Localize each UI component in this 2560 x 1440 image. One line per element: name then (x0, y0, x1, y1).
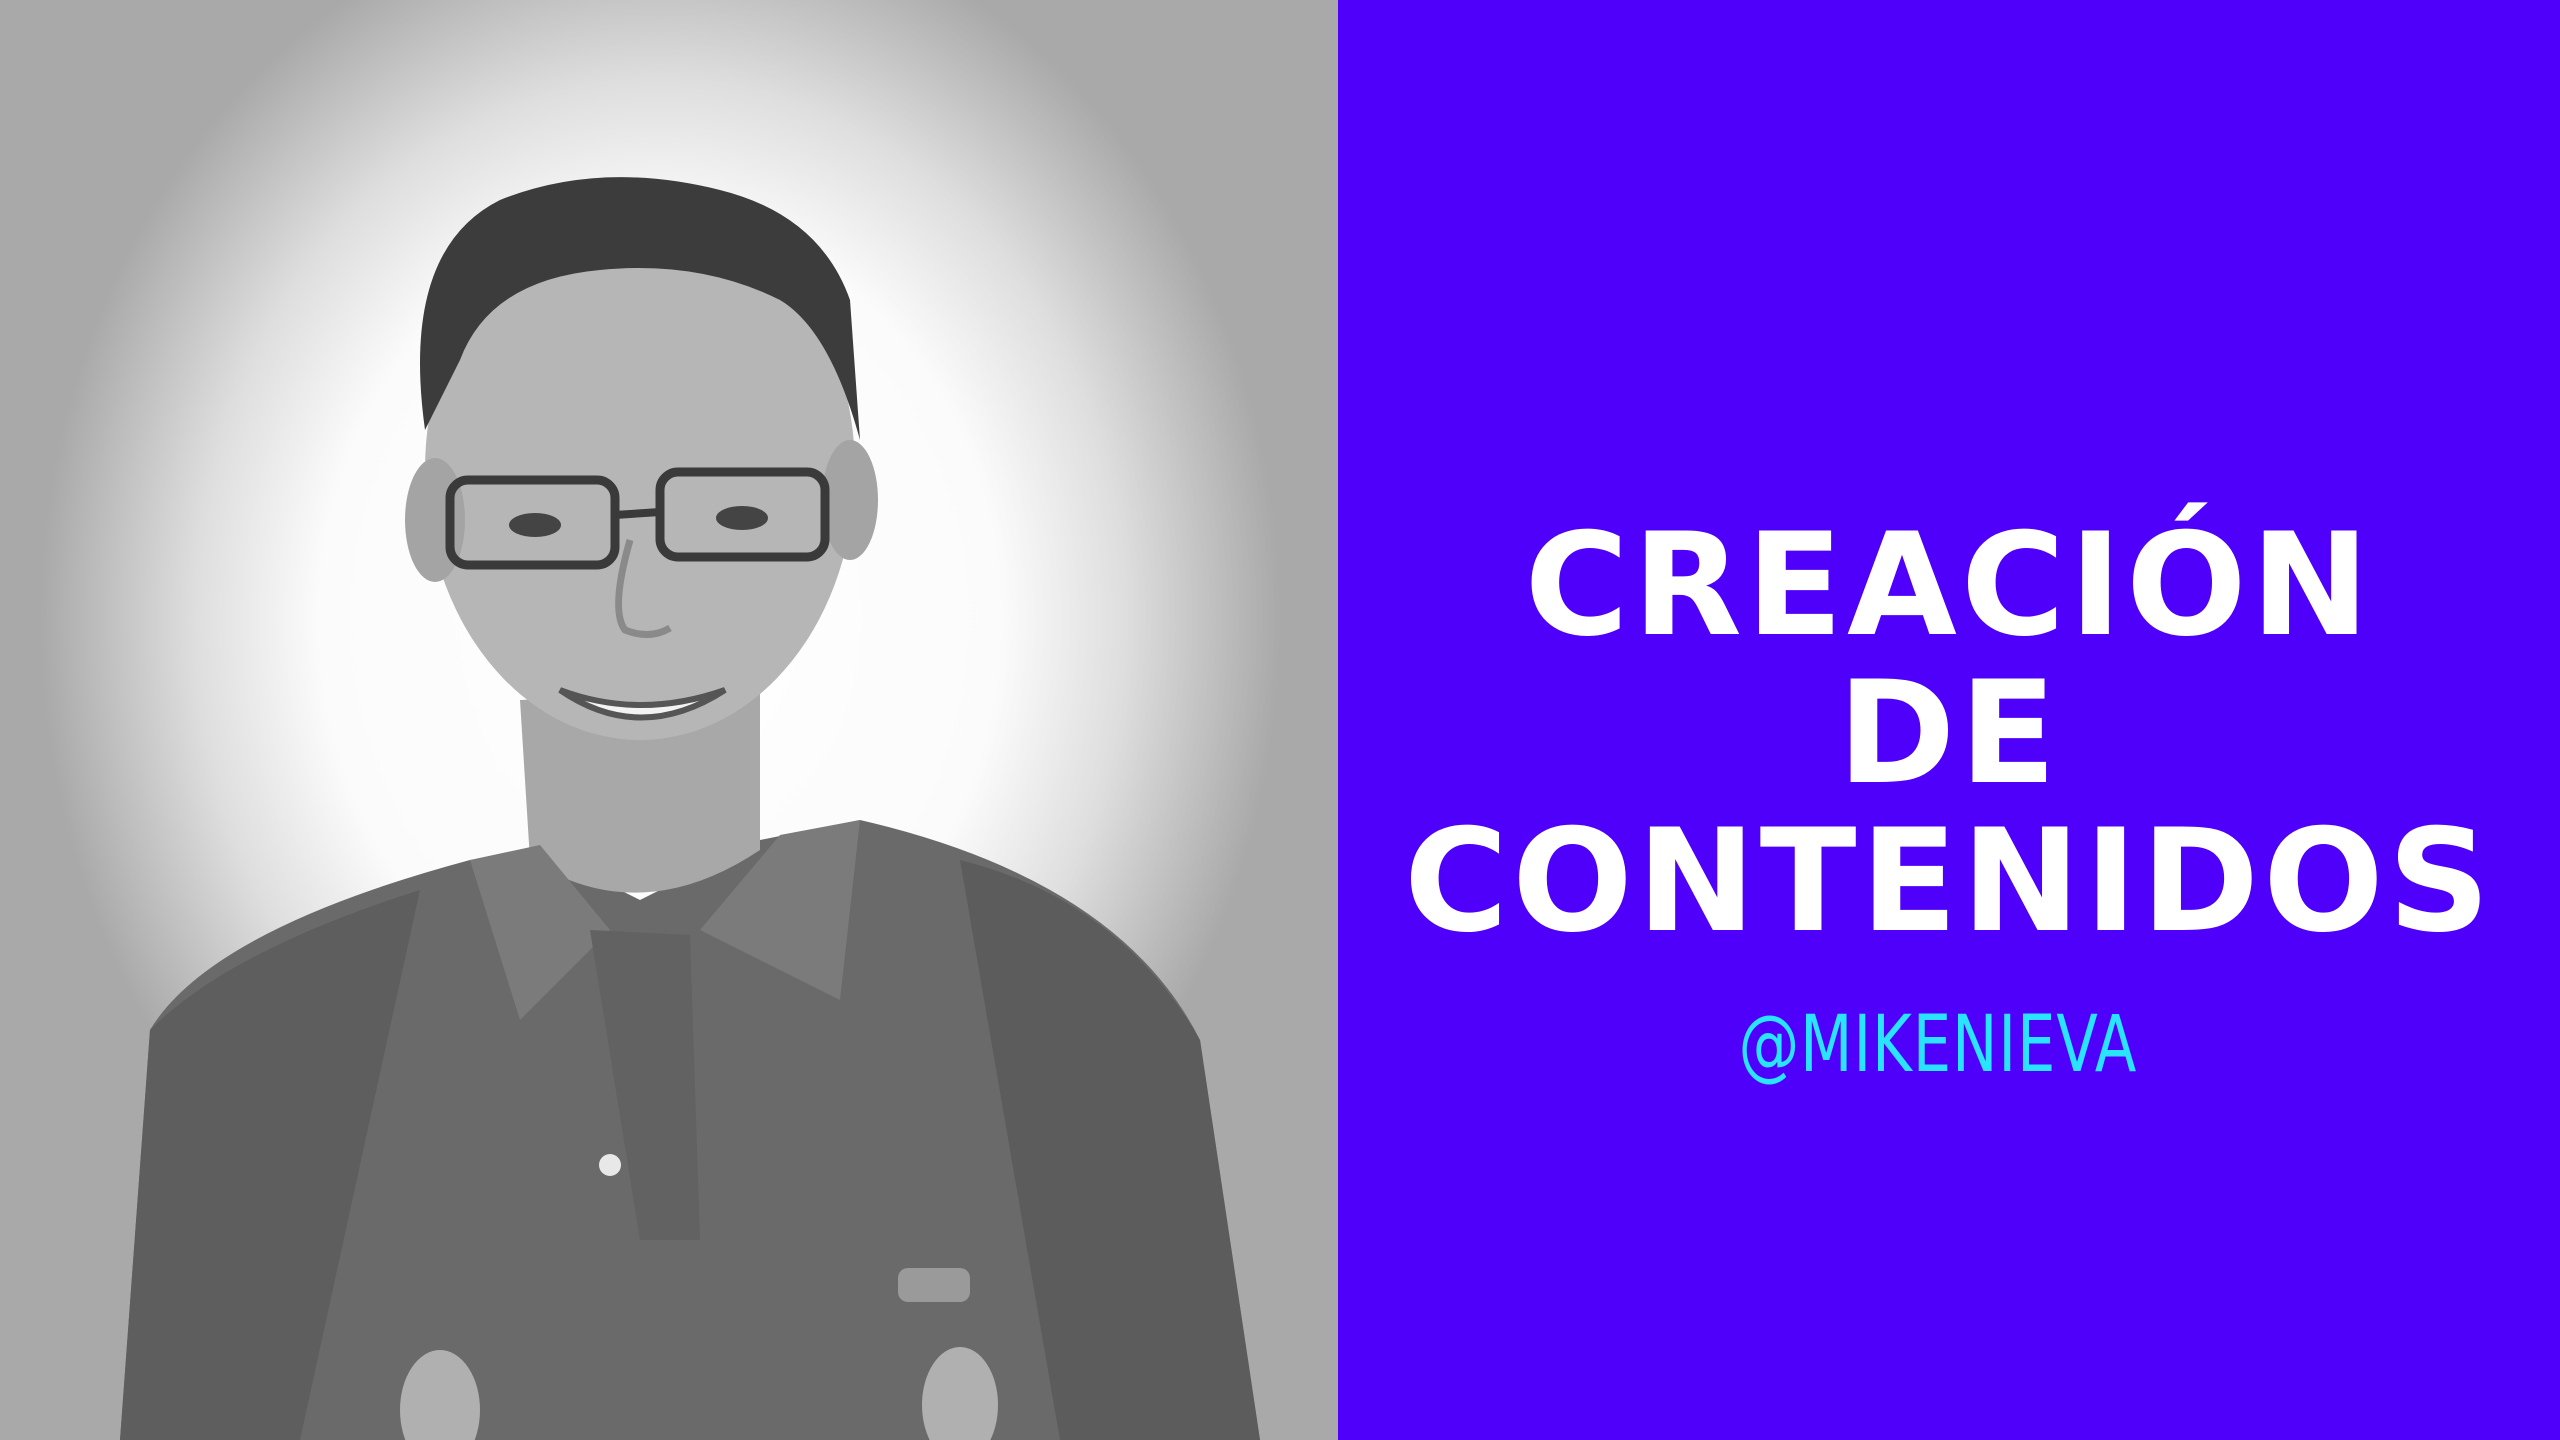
presenter-photo (0, 0, 1338, 1440)
shirt-logo (898, 1268, 970, 1302)
shirt-button (599, 1154, 621, 1176)
thumbnail: CREACIÓN DE CONTENIDOS @MIKENIEVA (0, 0, 2560, 1440)
social-handle: @MIKENIEVA (1738, 1000, 2138, 1090)
title-line-1: CREACIÓN (1524, 503, 2374, 668)
title-line-2: DE (1837, 651, 2061, 816)
presenter-illustration (120, 177, 1260, 1440)
title-line-3: CONTENIDOS (1403, 799, 2495, 964)
title-panel: CREACIÓN DE CONTENIDOS @MIKENIEVA (1338, 0, 2560, 1440)
title: CREACIÓN DE CONTENIDOS (1338, 515, 2560, 959)
